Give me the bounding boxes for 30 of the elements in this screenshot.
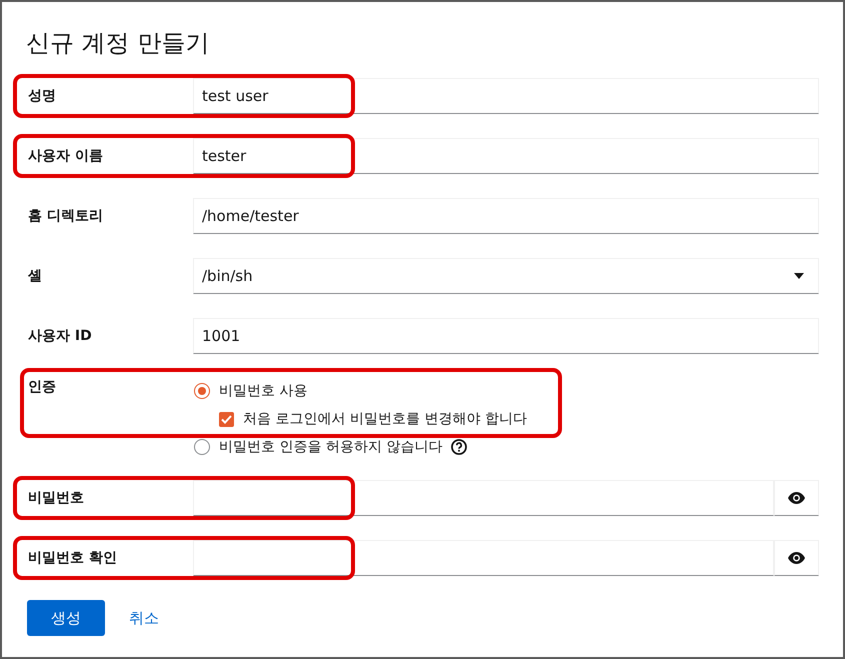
radio-button[interactable] <box>194 439 210 455</box>
checkbox-option[interactable]: 처음 로그인에서 비밀번호를 변경해야 합니다 <box>219 408 819 430</box>
eye-icon <box>788 492 806 504</box>
checkbox[interactable] <box>219 412 234 426</box>
caret-icon <box>794 273 804 279</box>
input-field[interactable]: /home/tester <box>193 198 819 234</box>
eye-icon <box>788 552 806 564</box>
dialog-title: 신규 계정 만들기 <box>26 28 210 59</box>
input-field[interactable]: 1001 <box>193 318 819 354</box>
password-field[interactable] <box>193 540 774 576</box>
create-button[interactable]: 생성 <box>27 600 105 636</box>
select-field[interactable]: /bin/sh <box>193 258 819 294</box>
input-field[interactable]: tester <box>193 138 819 174</box>
field-label: 사용자 ID <box>28 327 93 345</box>
field-label: 셸 <box>28 267 43 285</box>
show-password-button[interactable] <box>774 540 819 576</box>
password-field[interactable] <box>193 480 774 516</box>
help-icon[interactable] <box>451 439 468 455</box>
radio-option[interactable]: 비밀번호 인증을 허용하지 않습니다 <box>194 436 819 458</box>
field-label: 사용자 이름 <box>28 147 104 165</box>
radio-option[interactable]: 비밀번호 사용 <box>194 380 819 402</box>
field-label: 성명 <box>28 87 57 105</box>
radio-button[interactable] <box>194 383 210 399</box>
field-label: 비밀번호 <box>28 489 85 507</box>
field-label: 홈 디렉토리 <box>28 207 104 225</box>
input-field[interactable]: test user <box>193 78 819 114</box>
field-label: 인증 <box>28 378 57 397</box>
field-label: 비밀번호 확인 <box>28 549 118 567</box>
cancel-link[interactable]: 취소 <box>113 600 175 636</box>
show-password-button[interactable] <box>774 480 819 516</box>
